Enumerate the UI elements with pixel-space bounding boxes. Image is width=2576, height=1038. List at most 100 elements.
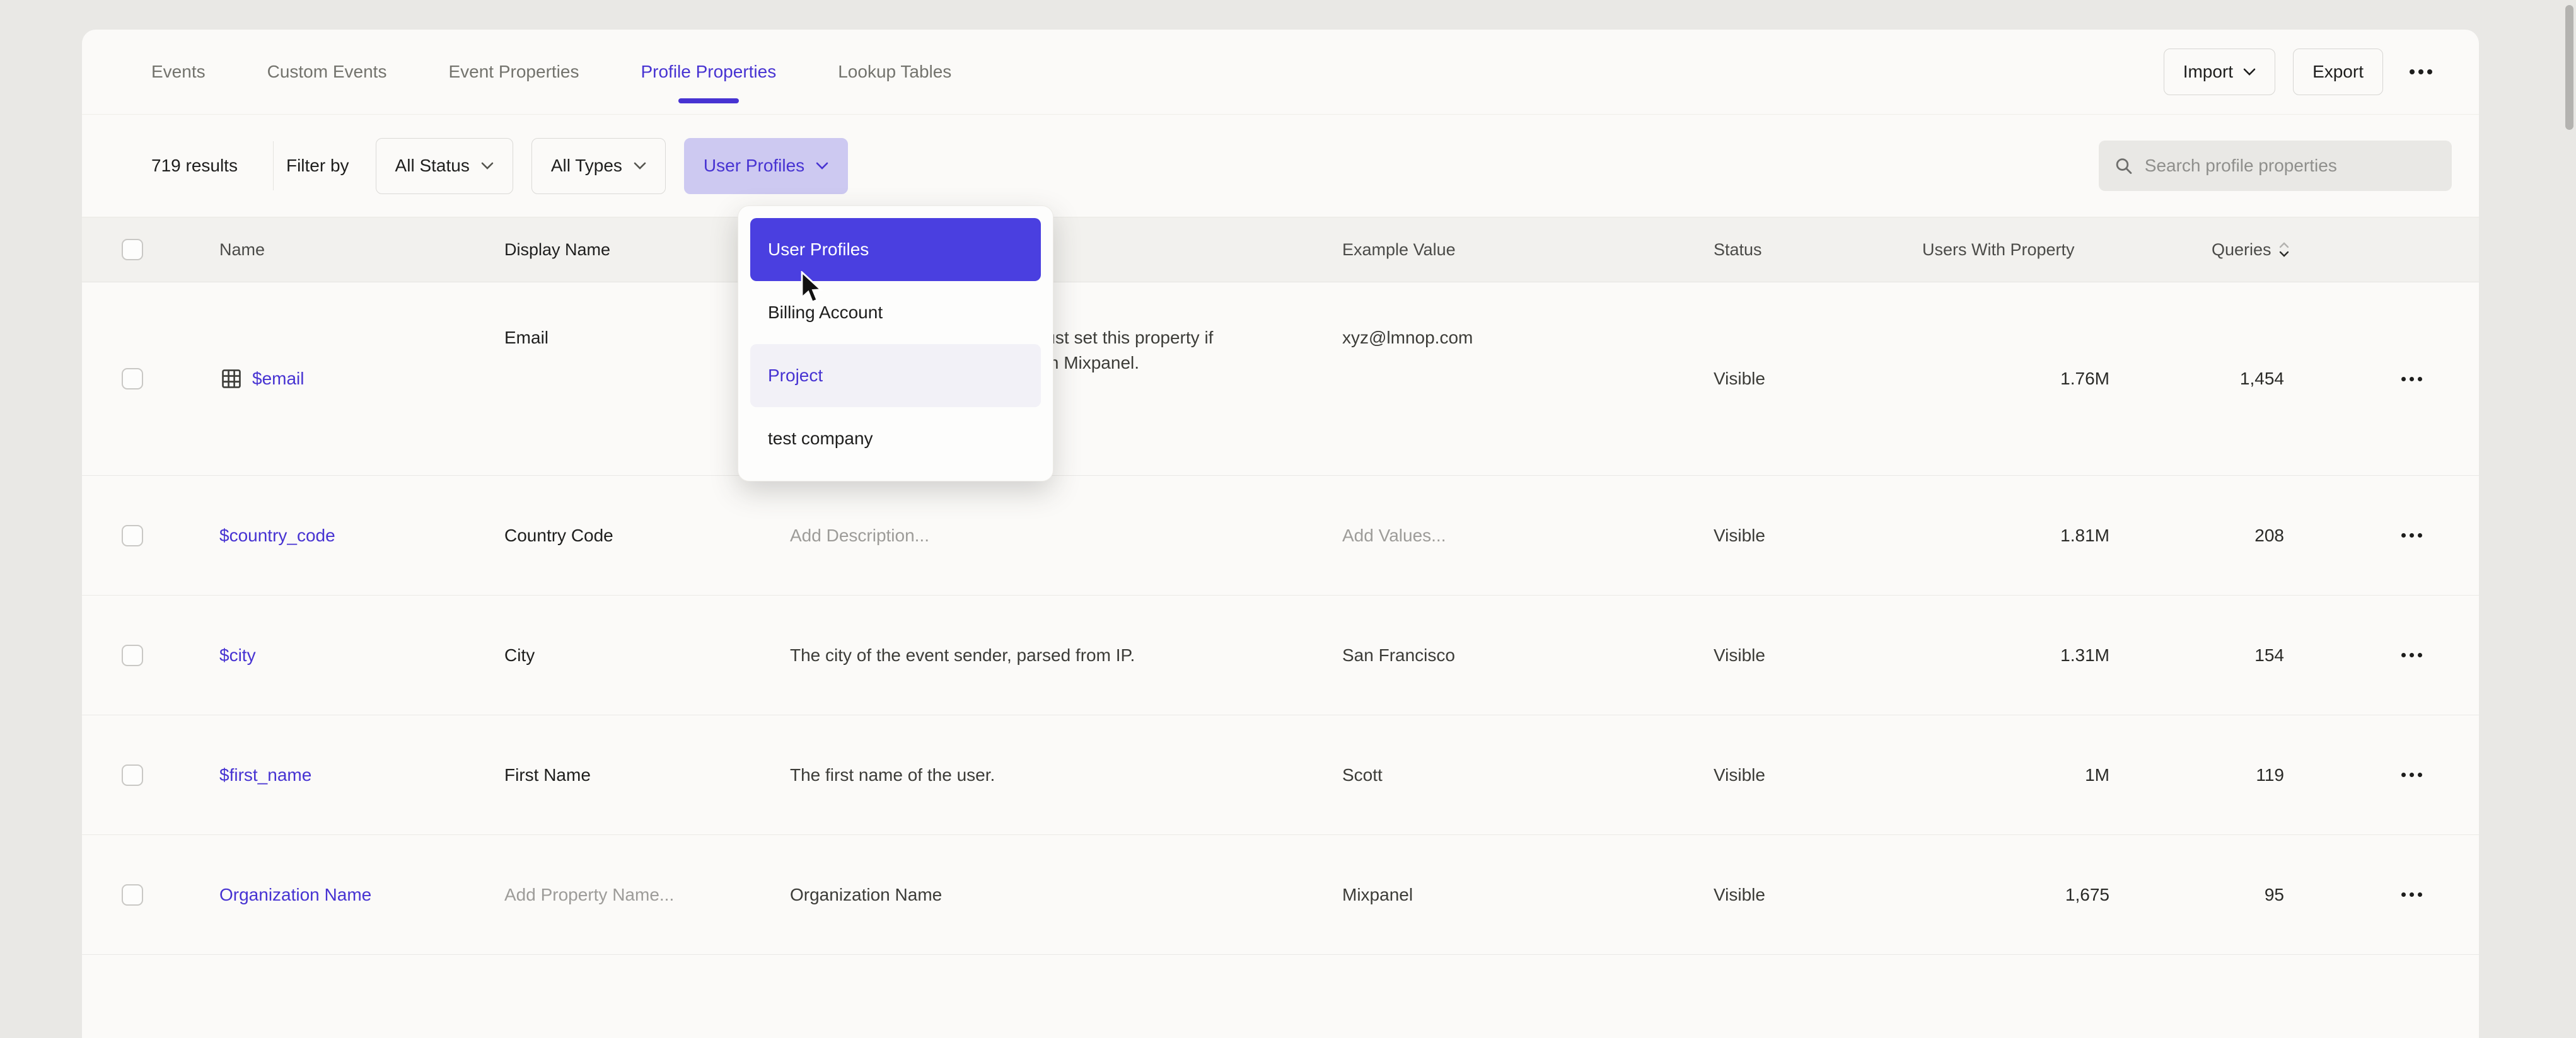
- queries-value-cell: 208: [2212, 476, 2284, 595]
- tab-lookup-tables[interactable]: Lookup Tables: [838, 62, 951, 82]
- table-row: Organization Name Add Property Name... Org…: [82, 835, 2479, 955]
- search-box[interactable]: [2099, 141, 2452, 191]
- row-checkbox-cell: [122, 835, 143, 954]
- type-filter-button[interactable]: All Types: [531, 138, 666, 194]
- tab-custom-events[interactable]: Custom Events: [267, 62, 387, 82]
- row-checkbox[interactable]: [122, 645, 143, 666]
- users-with-property-value: 1M: [2085, 763, 2109, 788]
- display-name[interactable]: Add Property Name...: [504, 882, 674, 908]
- status-value-cell: Visible: [1714, 715, 1765, 834]
- table-row: $city City The city of the event sender, p…: [82, 596, 2479, 715]
- row-checkbox-cell: [122, 596, 143, 715]
- chevron-down-icon: [481, 162, 494, 170]
- example-value: San Francisco: [1342, 643, 1455, 668]
- display-name-cell: Email: [504, 282, 548, 475]
- status-value-cell: Visible: [1714, 476, 1765, 595]
- table-row: $first_nameFirst NameThe first name of t…: [82, 715, 2479, 835]
- property-name-link[interactable]: $country_code: [219, 523, 335, 548]
- example-value-cell: Scott: [1342, 715, 1695, 834]
- name-cell: $city: [219, 596, 256, 715]
- sort-icon: [2279, 242, 2289, 257]
- profile-properties-panel: Events Custom Events Event Properties Pr…: [82, 30, 2479, 1038]
- profile-type-filter-label: User Profiles: [704, 156, 804, 176]
- status-value: Visible: [1714, 523, 1765, 548]
- tab-profile-properties[interactable]: Profile Properties: [641, 62, 776, 82]
- import-button[interactable]: Import: [2164, 49, 2275, 95]
- chevron-down-icon: [816, 162, 828, 170]
- tab-events[interactable]: Events: [151, 62, 206, 82]
- row-more-options-button[interactable]: [2394, 765, 2430, 785]
- row-more-options-button[interactable]: [2394, 885, 2430, 904]
- description: The city of the event sender, parsed fro…: [790, 643, 1231, 668]
- vertical-scrollbar[interactable]: [2565, 5, 2573, 130]
- display-name: Email: [504, 325, 548, 350]
- row-more-options-button[interactable]: [2394, 526, 2430, 545]
- row-checkbox[interactable]: [122, 764, 143, 786]
- users-with-property-value-cell: 1.31M: [1922, 596, 2109, 715]
- dropdown-item-project[interactable]: Project: [750, 344, 1041, 407]
- display-name-cell: First Name: [504, 715, 591, 834]
- status-value-cell: Visible: [1714, 835, 1765, 954]
- status-filter-label: All Status: [395, 156, 470, 176]
- queries-value: 1,454: [2240, 366, 2284, 391]
- column-header-name: Name: [219, 217, 265, 282]
- name-cell: $country_code: [219, 476, 335, 595]
- dropdown-item-billing-account[interactable]: Billing Account: [750, 281, 1041, 344]
- property-name-link[interactable]: $city: [219, 643, 256, 668]
- users-with-property-value: 1.31M: [2060, 643, 2109, 668]
- description-cell: Organization Name: [790, 835, 1231, 954]
- select-all-checkbox[interactable]: [122, 239, 143, 260]
- row-checkbox[interactable]: [122, 525, 143, 546]
- display-name-cell: City: [504, 596, 535, 715]
- row-checkbox[interactable]: [122, 884, 143, 906]
- name-cell: $first_name: [219, 715, 311, 834]
- example-value[interactable]: Add Values...: [1342, 523, 1446, 548]
- more-cell: [2377, 282, 2446, 475]
- table-body: $emailEmailThe user's email address. You…: [82, 282, 2479, 955]
- status-value: Visible: [1714, 882, 1765, 908]
- users-with-property-value: 1.76M: [2060, 366, 2109, 391]
- description[interactable]: Add Description...: [790, 523, 1231, 548]
- dropdown-item-test-company[interactable]: test company: [750, 407, 1041, 470]
- mouse-cursor: [798, 271, 826, 306]
- property-name-link[interactable]: $email: [252, 366, 304, 391]
- queries-value-cell: 119: [2212, 715, 2284, 834]
- more-cell: [2377, 476, 2446, 595]
- row-checkbox[interactable]: [122, 368, 143, 389]
- example-value-cell: Mixpanel: [1342, 835, 1695, 954]
- export-button[interactable]: Export: [2293, 49, 2383, 95]
- table-row: $emailEmailThe user's email address. You…: [82, 282, 2479, 476]
- more-options-button[interactable]: [2401, 63, 2441, 81]
- search-input[interactable]: [2145, 156, 2437, 176]
- toolbar: Import Export: [2164, 49, 2441, 95]
- property-name-link[interactable]: $first_name: [219, 763, 311, 788]
- queries-value: 208: [2254, 523, 2284, 548]
- display-name: First Name: [504, 763, 591, 788]
- tab-event-properties[interactable]: Event Properties: [448, 62, 579, 82]
- row-more-options-button[interactable]: [2394, 645, 2430, 665]
- column-header-queries[interactable]: Queries: [2212, 217, 2289, 282]
- select-all-cell: [122, 217, 143, 282]
- status-filter-button[interactable]: All Status: [376, 138, 513, 194]
- column-header-example-value: Example Value: [1342, 217, 1695, 282]
- example-value: Scott: [1342, 763, 1383, 788]
- users-with-property-value: 1,675: [2065, 882, 2109, 908]
- name-cell: $email: [219, 282, 304, 475]
- chevron-down-icon: [2243, 68, 2256, 76]
- more-cell: [2377, 596, 2446, 715]
- chevron-down-icon: [634, 162, 646, 170]
- export-button-label: Export: [2312, 62, 2364, 82]
- example-value-cell: xyz@lmnop.com: [1342, 282, 1695, 475]
- type-filter-label: All Types: [551, 156, 622, 176]
- row-more-options-button[interactable]: [2394, 369, 2430, 389]
- queries-value: 154: [2254, 643, 2284, 668]
- search-icon: [2114, 155, 2133, 176]
- dropdown-item-user-profiles[interactable]: User Profiles: [750, 218, 1041, 281]
- queries-value: 95: [2265, 882, 2284, 908]
- profile-type-filter-button[interactable]: User Profiles: [684, 138, 848, 194]
- status-value-cell: Visible: [1714, 282, 1765, 475]
- property-name-link[interactable]: Organization Name: [219, 882, 371, 908]
- row-checkbox-cell: [122, 476, 143, 595]
- users-with-property-value-cell: 1.76M: [1922, 282, 2109, 475]
- results-count: 719 results: [151, 156, 238, 176]
